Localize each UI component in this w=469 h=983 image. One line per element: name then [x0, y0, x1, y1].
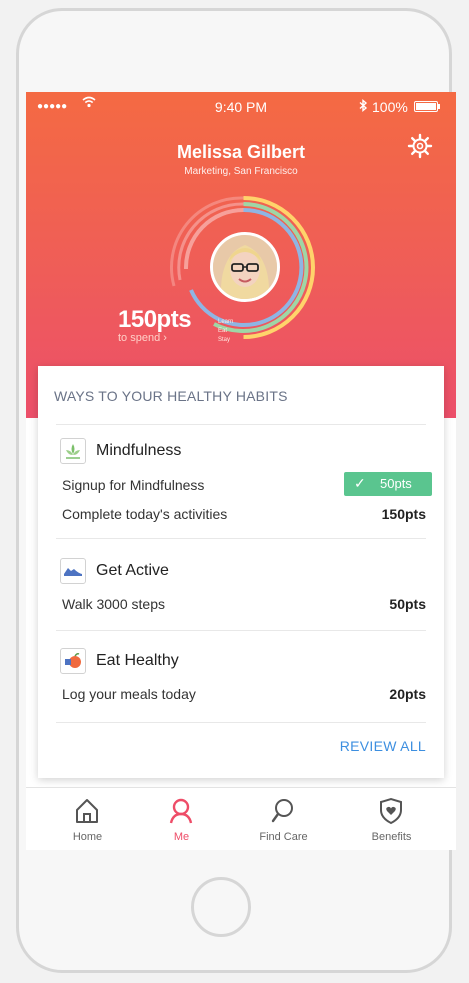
card-title: WAYS TO YOUR HEALTHY HABITS	[54, 388, 288, 404]
row-points: 20pts	[389, 686, 426, 702]
home-hardware-button[interactable]	[191, 877, 251, 937]
ring-label-stay: Stay	[218, 337, 231, 343]
row-label[interactable]: Log your meals today	[62, 686, 196, 702]
tab-me[interactable]: Me	[128, 788, 235, 850]
gear-icon[interactable]	[406, 132, 434, 160]
avatar[interactable]	[210, 232, 280, 302]
badge-points: 50pts	[380, 476, 412, 491]
habit-title-get-active[interactable]: Get Active	[96, 562, 169, 580]
tab-bar: Home Me Find Care Benefits	[26, 787, 456, 850]
healthy-habits-card: WAYS TO YOUR HEALTHY HABITS Mindfulness …	[38, 366, 444, 778]
divider	[56, 424, 426, 425]
tab-find-care[interactable]: Find Care	[230, 788, 337, 850]
tab-label: Home	[72, 831, 103, 843]
check-icon: ✓	[354, 475, 366, 491]
row-points: 150pts	[381, 506, 426, 522]
divider	[56, 722, 426, 723]
points-value: 150pts	[118, 306, 192, 333]
review-all-link[interactable]: REVIEW ALL	[340, 738, 426, 754]
home-icon	[76, 799, 98, 823]
user-subtitle: Marketing, San Francisco	[184, 166, 298, 177]
bluetooth-icon	[359, 99, 368, 115]
completed-badge: ✓ 50pts	[344, 472, 432, 496]
row-label[interactable]: Signup for Mindfulness	[62, 477, 204, 493]
ring-legend: Learn Eat Stay	[218, 318, 233, 345]
ring-label-learn: Learn	[218, 319, 234, 325]
tab-label: Find Care	[259, 831, 308, 843]
row-label[interactable]: Complete today's activities	[62, 506, 227, 522]
battery-icon	[414, 101, 440, 112]
habit-title-eat-healthy[interactable]: Eat Healthy	[96, 652, 179, 670]
divider	[56, 630, 426, 631]
person-icon	[169, 798, 193, 824]
tab-benefits[interactable]: Benefits	[338, 788, 445, 850]
lotus-icon	[60, 438, 86, 464]
tab-label: Me	[173, 831, 190, 843]
ring-label-eat: Eat	[218, 328, 228, 334]
habit-title-mindfulness[interactable]: Mindfulness	[96, 442, 181, 460]
tab-home[interactable]: Home	[34, 788, 141, 850]
search-icon	[271, 799, 293, 823]
status-bar: ●●●●● 9:40 PM 100%	[26, 92, 456, 120]
tab-label: Benefits	[371, 831, 412, 843]
battery-percent: 100%	[372, 99, 408, 115]
fruit-icon	[60, 648, 86, 674]
row-label[interactable]: Walk 3000 steps	[62, 596, 165, 612]
app-screen: ●●●●● 9:40 PM 100% Melissa Gilbert Marke…	[26, 92, 456, 850]
row-points: 50pts	[389, 596, 426, 612]
sneaker-icon	[60, 558, 86, 584]
points-to-spend-link[interactable]: to spend ›	[118, 332, 167, 344]
shield-heart-icon	[380, 797, 402, 825]
user-name: Melissa Gilbert	[176, 142, 306, 162]
divider	[56, 538, 426, 539]
